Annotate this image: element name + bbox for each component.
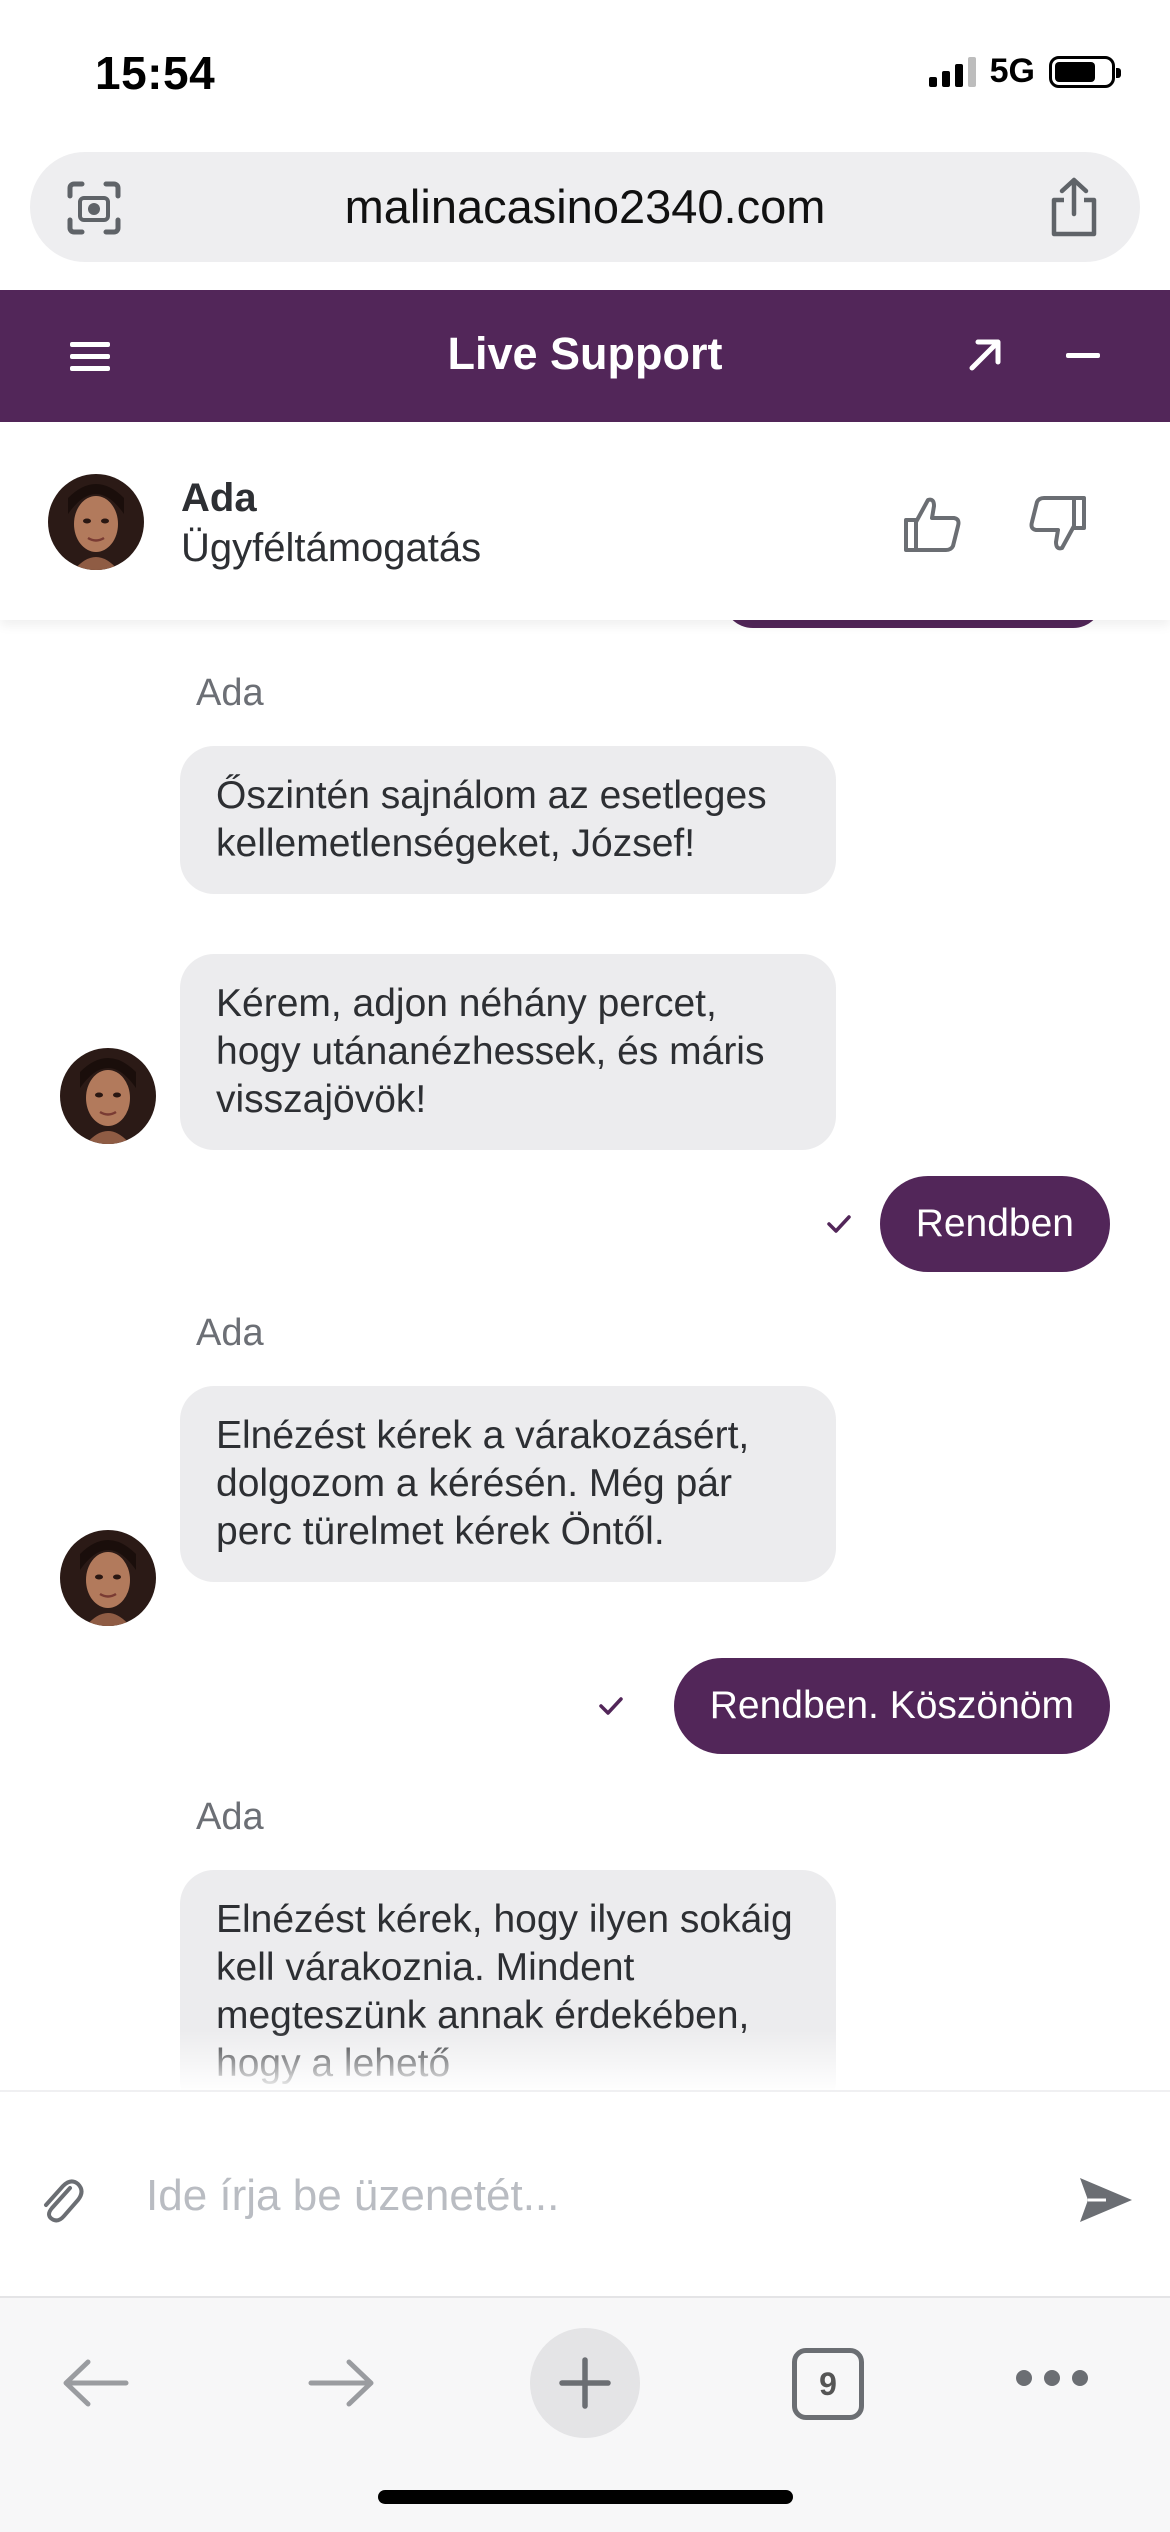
thumbs-down-icon[interactable] — [1026, 492, 1090, 556]
chat-header: Live Support — [0, 290, 1170, 422]
status-bar: 15:54 5G — [0, 0, 1170, 150]
network-label: 5G — [989, 52, 1035, 90]
agent-message: Kérem, adjon néhány percet, hogy utánané… — [180, 954, 836, 1150]
thumbs-up-icon[interactable] — [900, 492, 964, 556]
agent-avatar — [48, 474, 144, 570]
agent-avatar — [60, 1530, 156, 1626]
agent-message: Őszintén sajnálom az esetleges kellemetl… — [180, 746, 836, 894]
user-message: Rendben. Köszönöm — [673, 1658, 1110, 1754]
minimize-icon[interactable] — [1058, 330, 1108, 380]
more-options-icon[interactable] — [1016, 2370, 1088, 2390]
message-input[interactable] — [146, 2156, 1026, 2236]
attachment-icon[interactable] — [36, 2172, 84, 2224]
agent-message: Elnézést kérek a várakozásért, dolgozom … — [180, 1386, 836, 1582]
read-check-icon — [599, 1697, 623, 1715]
battery-icon — [1049, 55, 1121, 88]
address-bar[interactable]: malinacasino2340.com — [30, 152, 1140, 262]
read-check-icon — [827, 1215, 851, 1233]
agent-name: Ada — [181, 476, 257, 520]
message-sender: Ada — [196, 1312, 264, 1354]
share-icon[interactable] — [1044, 176, 1104, 238]
plus-icon — [559, 2357, 611, 2409]
forward-arrow-icon[interactable] — [305, 2356, 377, 2410]
user-message: Rendben — [879, 1176, 1110, 1272]
signal-icon — [928, 56, 976, 87]
agent-avatar — [60, 1048, 156, 1144]
agent-role: Ügyféltámogatás — [181, 526, 482, 570]
previous-user-message-stub — [723, 620, 1103, 628]
home-indicator — [378, 2490, 793, 2504]
status-time: 15:54 — [95, 47, 216, 99]
url-text[interactable]: malinacasino2340.com — [30, 179, 1140, 234]
tab-switcher-button[interactable]: 9 — [792, 2348, 864, 2420]
send-icon[interactable] — [1076, 2174, 1134, 2226]
message-composer — [0, 2090, 1170, 2295]
status-indicators: 5G — [928, 52, 1121, 91]
new-tab-button[interactable] — [530, 2328, 640, 2438]
back-arrow-icon[interactable] — [60, 2356, 132, 2410]
popout-icon[interactable] — [960, 330, 1010, 380]
chat-messages[interactable]: Ada Őszintén sajnálom az esetleges kelle… — [0, 620, 1170, 2090]
message-sender: Ada — [196, 1796, 264, 1838]
message-sender: Ada — [196, 672, 264, 714]
agent-info-bar: Ada Ügyféltámogatás — [0, 422, 1170, 620]
